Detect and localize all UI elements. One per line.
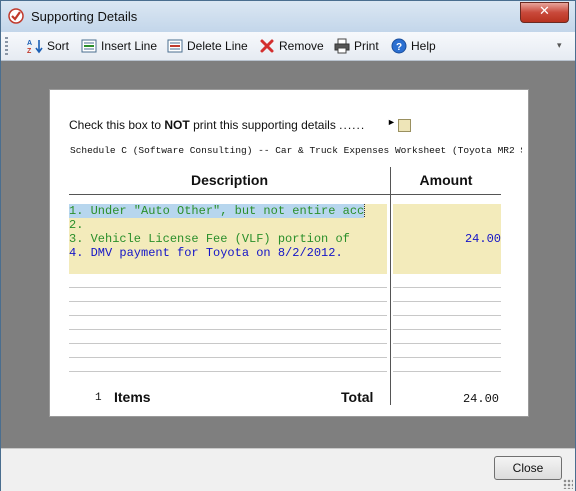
description-header: Description (190, 172, 268, 188)
description-cell[interactable] (69, 260, 387, 274)
amount-cell[interactable] (393, 344, 501, 358)
column-divider (390, 167, 391, 405)
amount-cell[interactable] (393, 218, 501, 232)
amount-header: Amount (419, 172, 473, 188)
description-cell[interactable]: 1. Under "Auto Other", but not entire ac… (69, 204, 387, 218)
amount-cell[interactable] (393, 316, 501, 330)
toolbar-grip[interactable] (5, 37, 8, 55)
description-cell[interactable] (69, 330, 387, 344)
description-cell[interactable]: 3. Vehicle License Fee (VLF) portion of (69, 232, 387, 246)
supporting-details-window: Supporting Details ✕ A Z Sort Insert Lin… (0, 0, 576, 491)
total-label: Total (341, 389, 374, 405)
button-bar: Close (1, 448, 575, 491)
delete-line-icon (167, 39, 183, 53)
no-print-checkbox[interactable] (398, 119, 411, 132)
header-rule (69, 194, 501, 195)
delete-line-label: Delete Line (187, 39, 248, 53)
resize-grip[interactable] (563, 479, 573, 489)
selected-text: 1. Under "Auto Other", but not entire ac… (69, 204, 366, 218)
amount-cell[interactable] (393, 246, 501, 260)
window-title: Supporting Details (31, 9, 138, 24)
window-close-button[interactable]: ✕ (520, 2, 569, 23)
help-label: Help (411, 39, 436, 53)
supporting-details-sheet: Check this box to NOT print this support… (49, 89, 529, 417)
check-suffix-text: print this supporting details (189, 118, 336, 132)
check-prefix-text: Check this box to (69, 118, 165, 132)
printer-icon (334, 38, 350, 54)
amount-cell[interactable] (393, 330, 501, 344)
amount-cell[interactable] (393, 288, 501, 302)
delete-line-button[interactable]: Delete Line (167, 37, 248, 55)
amount-cell[interactable] (393, 358, 501, 372)
description-cell[interactable] (69, 358, 387, 372)
red-x-icon (260, 39, 274, 53)
checkmark-app-icon (8, 8, 24, 24)
amount-cell[interactable]: 24.00 (393, 232, 501, 246)
amount-cell[interactable] (393, 260, 501, 274)
toolbar-overflow-icon[interactable]: ▾ (557, 40, 562, 51)
close-button[interactable]: Close (494, 456, 562, 480)
description-cell[interactable] (69, 274, 387, 288)
remove-button[interactable]: Remove (259, 37, 324, 55)
sort-button[interactable]: A Z Sort (27, 37, 69, 55)
print-label: Print (354, 39, 379, 53)
description-cell[interactable] (69, 302, 387, 316)
total-amount: 24.00 (462, 392, 499, 406)
print-button[interactable]: Print (334, 37, 379, 55)
amount-cell[interactable] (393, 302, 501, 316)
description-cell[interactable] (69, 288, 387, 302)
amount-cell[interactable] (393, 274, 501, 288)
toolbar: A Z Sort Insert Line Delete Line Remove … (1, 32, 575, 61)
sort-label: Sort (47, 39, 70, 53)
items-label: Items (114, 389, 151, 405)
schedule-title: Schedule C (Software Consulting) -- Car … (70, 145, 522, 156)
insert-line-icon (81, 39, 97, 53)
description-cell[interactable]: 4. DMV payment for Toyota on 8/2/2012. (69, 246, 387, 260)
check-bold-text: NOT (164, 118, 190, 132)
help-button[interactable]: ? Help (391, 37, 436, 55)
items-count: 1 (95, 392, 102, 404)
description-cell[interactable] (69, 344, 387, 358)
amount-cell[interactable] (393, 204, 501, 218)
description-cell[interactable] (69, 316, 387, 330)
leader-dots: ...... (339, 118, 366, 132)
title-bar: Supporting Details ✕ (1, 1, 575, 33)
insert-line-label: Insert Line (101, 39, 158, 53)
help-icon: ? (391, 38, 407, 54)
insert-line-button[interactable]: Insert Line (81, 37, 157, 55)
remove-label: Remove (279, 39, 324, 53)
svg-text:?: ? (396, 42, 402, 53)
sort-az-icon: A Z (27, 40, 43, 54)
svg-text:Z: Z (27, 48, 32, 54)
arrow-pointer-icon: ► (387, 117, 396, 127)
svg-text:A: A (27, 40, 32, 47)
no-print-instruction: Check this box to NOT print this support… (69, 118, 365, 132)
description-cell[interactable]: 2. (69, 218, 387, 232)
